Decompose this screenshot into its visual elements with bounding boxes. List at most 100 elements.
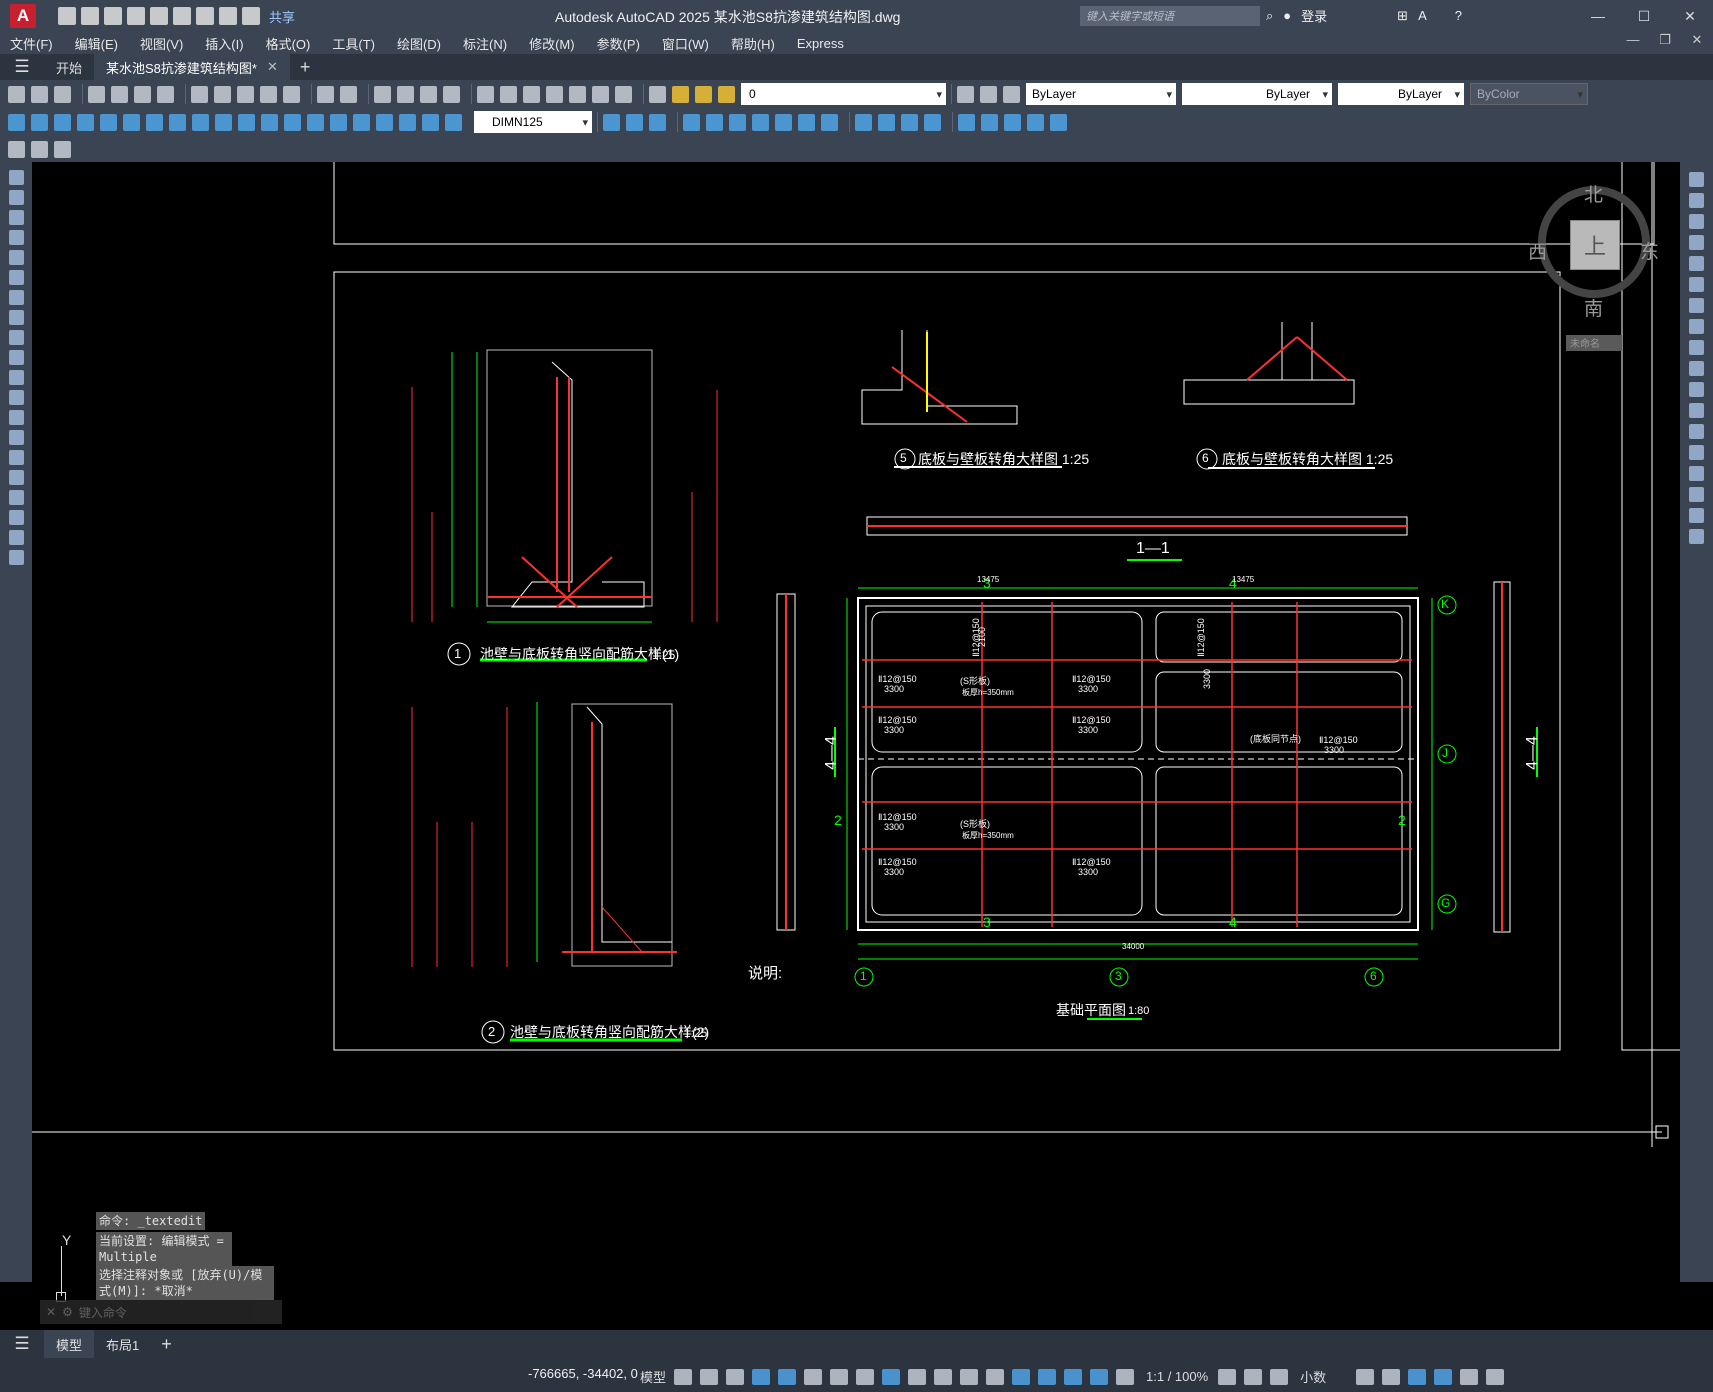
rotate-icon[interactable]	[1689, 298, 1704, 313]
viewcube-top-face[interactable]: 上	[1570, 220, 1620, 270]
blend-curves-icon[interactable]	[1689, 508, 1704, 523]
dim-linear-icon[interactable]	[8, 113, 25, 131]
rectangle-icon[interactable]	[8, 250, 24, 265]
inspection-icon[interactable]	[353, 113, 370, 131]
save-icon[interactable]	[104, 7, 122, 25]
transparency-icon[interactable]	[934, 1368, 953, 1385]
dim-quick-icon[interactable]	[192, 113, 209, 131]
menu-draw[interactable]: 绘图(D)	[397, 34, 441, 53]
realistic-icon[interactable]	[901, 113, 918, 131]
units-icon[interactable]	[1270, 1368, 1289, 1385]
app-menu-button[interactable]: A	[10, 4, 36, 28]
layer-state-icon[interactable]	[1003, 85, 1020, 103]
drawing-canvas[interactable]: 池壁与底板转角竖向配筋大样(1) 1:25 1 池壁与底板转角竖向配筋大样(2)…	[32, 162, 1680, 1330]
snap-mode-icon[interactable]	[700, 1368, 719, 1385]
login-button[interactable]: 登录	[1301, 6, 1327, 25]
dim-space-icon[interactable]	[261, 113, 278, 131]
dimstyle-dropdown[interactable]: DIMN125	[474, 111, 592, 133]
ellipse-icon[interactable]	[8, 350, 24, 365]
ucs-world-icon[interactable]	[981, 113, 998, 131]
dim-ordinate-icon[interactable]	[77, 113, 94, 131]
ellipse-arc-icon[interactable]	[8, 370, 24, 385]
lineweight-icon[interactable]	[908, 1368, 927, 1385]
undo-icon[interactable]	[219, 7, 237, 25]
help-icon[interactable]	[615, 85, 632, 103]
menu-dimension[interactable]: 标注(N)	[463, 34, 507, 53]
menu-express[interactable]: Express	[797, 36, 844, 51]
jogged-linear-icon[interactable]	[376, 113, 393, 131]
circle-icon[interactable]	[8, 290, 24, 305]
hatch-icon[interactable]	[8, 450, 24, 465]
visual-style-icon[interactable]	[855, 113, 872, 131]
layer-dropdown[interactable]: 0	[741, 83, 946, 105]
tolerance-icon[interactable]	[307, 113, 324, 131]
minimize-button[interactable]: —	[1575, 0, 1621, 32]
viewcube-north[interactable]: 北	[1584, 180, 1603, 207]
customize-command-icon[interactable]: ⚙	[62, 1305, 73, 1319]
menu-modify[interactable]: 修改(M)	[529, 34, 575, 53]
dim-break-icon[interactable]	[284, 113, 301, 131]
tool-palettes-icon[interactable]	[523, 85, 540, 103]
dim-arc-icon[interactable]	[54, 113, 71, 131]
break-at-point-icon[interactable]	[1689, 403, 1704, 418]
chamfer-icon[interactable]	[1689, 466, 1704, 481]
tab-layout1[interactable]: 布局1	[94, 1330, 151, 1358]
doc-restore-button[interactable]: ❐	[1649, 32, 1681, 48]
annotation-scale[interactable]: 1:1 / 100%	[1146, 1369, 1208, 1384]
tab-model[interactable]: 模型	[44, 1330, 95, 1358]
annotation-monitor-icon[interactable]	[1244, 1368, 1263, 1385]
publish-icon[interactable]	[134, 85, 151, 103]
units-dropdown[interactable]: 小数	[1300, 1367, 1326, 1386]
redo-icon[interactable]	[242, 7, 260, 25]
polygon-icon[interactable]	[8, 230, 24, 245]
erase-icon[interactable]	[1689, 172, 1704, 187]
search-icon[interactable]: ⌕	[1266, 8, 1273, 24]
layer-previous-icon[interactable]	[980, 85, 997, 103]
view-top-icon[interactable]	[603, 113, 620, 131]
lineweight-dropdown[interactable]: ByLayer	[1338, 83, 1464, 105]
open-icon[interactable]	[31, 85, 48, 103]
gizmo-icon[interactable]	[1064, 1368, 1083, 1385]
line-icon[interactable]	[8, 170, 24, 185]
view-back-icon[interactable]	[729, 113, 746, 131]
polar-tracking-icon[interactable]	[804, 1368, 823, 1385]
menu-insert[interactable]: 插入(I)	[205, 34, 243, 53]
break-icon[interactable]	[1689, 424, 1704, 439]
workspace-icon[interactable]	[1218, 1368, 1237, 1385]
nw-iso-icon[interactable]	[821, 113, 838, 131]
isolate-objects-icon[interactable]	[1408, 1368, 1427, 1385]
ucs-object-icon[interactable]	[1050, 113, 1067, 131]
help-icon[interactable]: ?	[1455, 8, 1462, 23]
view-left-icon[interactable]	[649, 113, 666, 131]
paste-icon[interactable]	[237, 85, 254, 103]
make-current-layer-icon[interactable]	[957, 85, 974, 103]
model-space-toggle[interactable]: 模型	[640, 1367, 666, 1386]
layer-lock-icon[interactable]	[718, 85, 735, 103]
object-snap-tracking-icon[interactable]	[856, 1368, 875, 1385]
arc-icon[interactable]	[8, 270, 24, 285]
region-icon[interactable]	[8, 490, 24, 505]
tab-start[interactable]: 开始	[44, 54, 94, 80]
close-button[interactable]: ✕	[1667, 0, 1713, 32]
dim-continue-icon[interactable]	[238, 113, 255, 131]
auto-scale-icon[interactable]	[1116, 1368, 1135, 1385]
menu-file[interactable]: 文件(F)	[10, 34, 53, 53]
layer-freeze-icon[interactable]	[695, 85, 712, 103]
dim-baseline-icon[interactable]	[215, 113, 232, 131]
annotation-visibility-icon[interactable]	[1090, 1368, 1109, 1385]
move-icon[interactable]	[1689, 277, 1704, 292]
fillet-icon[interactable]	[1689, 487, 1704, 502]
layout-menu-icon[interactable]: ☰	[0, 1334, 44, 1354]
ucs-previous-icon[interactable]	[1004, 113, 1021, 131]
zoom-previous-icon[interactable]	[443, 85, 460, 103]
make-block-icon[interactable]	[8, 410, 24, 425]
view-bottom-icon[interactable]	[626, 113, 643, 131]
clean-screen-icon[interactable]	[1460, 1368, 1479, 1385]
new-tab-button[interactable]: +	[300, 57, 311, 78]
customization-icon[interactable]	[1486, 1368, 1505, 1385]
view-front-icon[interactable]	[706, 113, 723, 131]
menu-help[interactable]: 帮助(H)	[731, 34, 775, 53]
view-right-icon[interactable]	[683, 113, 700, 131]
ucs-icon[interactable]	[958, 113, 975, 131]
array-icon[interactable]	[1689, 256, 1704, 271]
